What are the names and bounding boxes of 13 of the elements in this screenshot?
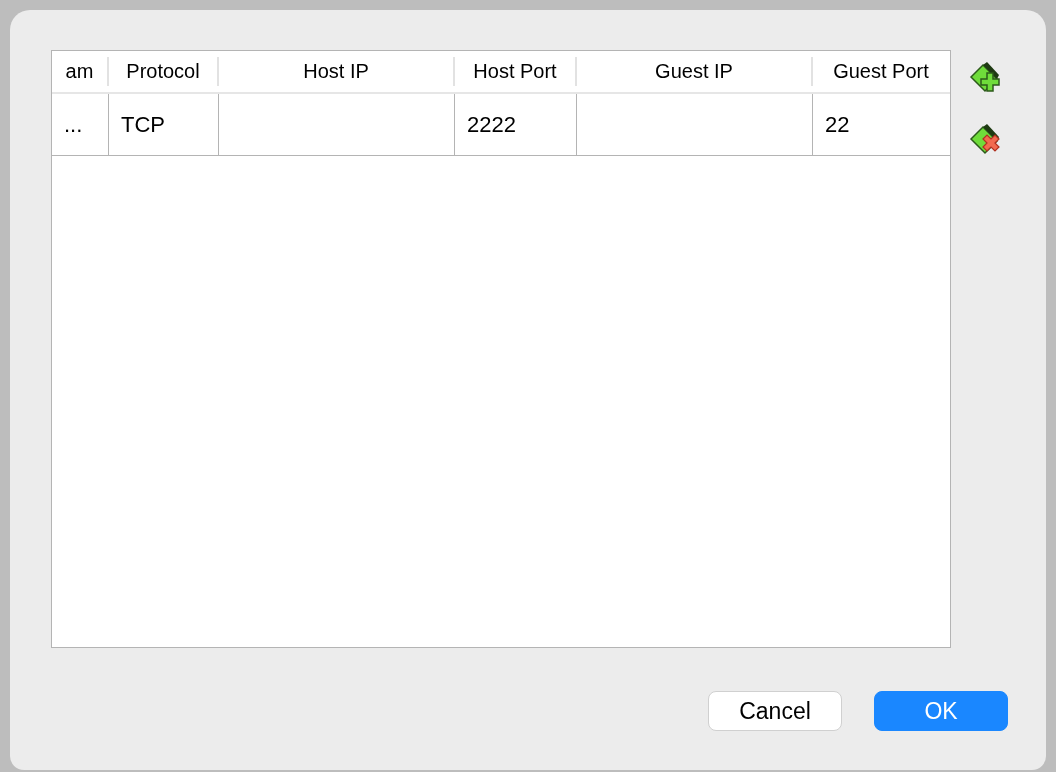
- column-header[interactable]: Host IP: [219, 57, 455, 86]
- table-cell: TCP: [121, 111, 165, 138]
- table-cell: ...: [64, 111, 83, 138]
- cancel-button[interactable]: Cancel: [708, 691, 842, 731]
- column-header[interactable]: Guest Port: [813, 57, 949, 86]
- ok-button[interactable]: OK: [874, 691, 1008, 731]
- table-cell: 2222: [467, 111, 516, 138]
- column-header[interactable]: Protocol: [109, 57, 219, 86]
- table-cell: 22: [825, 111, 850, 138]
- add-rule-icon[interactable]: [967, 59, 1003, 95]
- column-header[interactable]: Guest IP: [577, 57, 813, 86]
- column-header[interactable]: Host Port: [455, 57, 577, 86]
- column-header[interactable]: am: [52, 57, 109, 86]
